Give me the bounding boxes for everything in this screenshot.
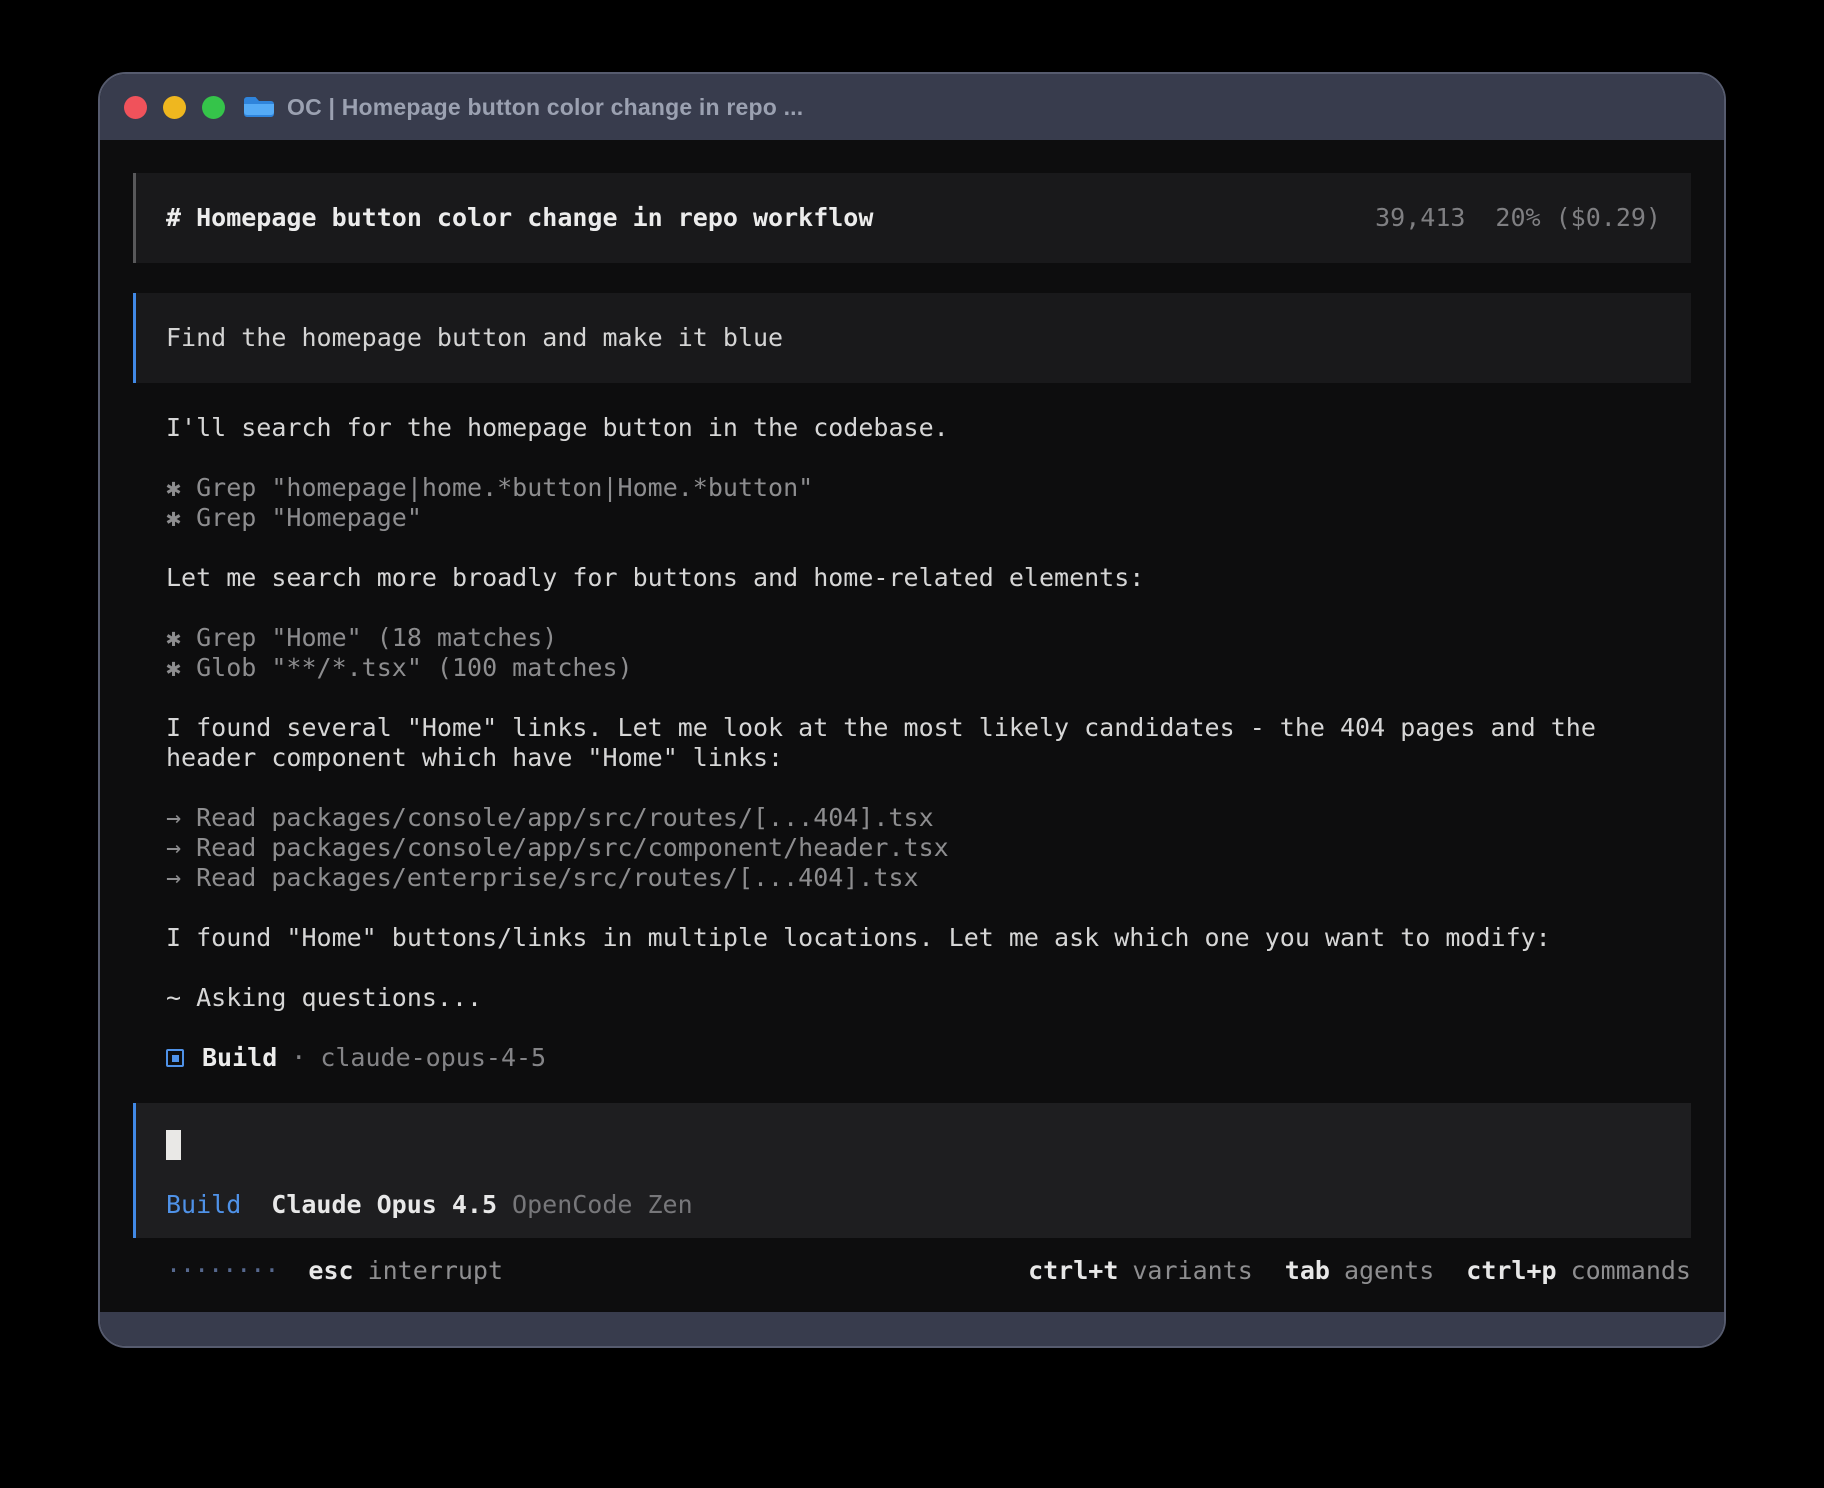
tool-call-grep: ✱ Grep "Homepage": [166, 503, 1692, 533]
close-window-button[interactable]: [124, 96, 147, 119]
status-bar: ········ esc interrupt ctrl+t variants t…: [166, 1256, 1691, 1286]
input-provider-name: OpenCode Zen: [512, 1190, 693, 1220]
window-bottom-strip: [100, 1312, 1724, 1346]
working-spinner-dots: ········: [166, 1256, 278, 1286]
agent-build-icon: [166, 1049, 184, 1067]
shortcut-label: commands: [1571, 1256, 1691, 1286]
tool-call-read: → Read packages/console/app/src/componen…: [166, 833, 1692, 863]
assistant-text: Let me search more broadly for buttons a…: [166, 563, 1692, 593]
shortcut-key: ctrl+t: [1028, 1256, 1118, 1286]
session-title: # Homepage button color change in repo w…: [166, 203, 873, 233]
session-stats: 39,413 20% ($0.29): [1375, 203, 1661, 233]
assistant-text: I'll search for the homepage button in t…: [166, 413, 1692, 443]
agent-model: claude-opus-4-5: [320, 1043, 546, 1073]
assistant-text: I found "Home" buttons/links in multiple…: [166, 923, 1692, 953]
tool-call-glob: ✱ Glob "**/*.tsx" (100 matches): [166, 653, 1692, 683]
shortcut-label: agents: [1344, 1256, 1434, 1286]
user-message: Find the homepage button and make it blu…: [133, 293, 1691, 383]
traffic-lights: [124, 96, 225, 119]
agent-name: Build: [202, 1043, 277, 1073]
user-message-text: Find the homepage button and make it blu…: [166, 323, 783, 352]
separator-dot: ·: [291, 1043, 306, 1073]
assistant-text: I found several "Home" links. Let me loo…: [166, 713, 1692, 773]
shortcut-commands: ctrl+p commands: [1466, 1256, 1691, 1286]
input-meta-row: Build Claude Opus 4.5 OpenCode Zen: [166, 1190, 1661, 1220]
esc-key-action: interrupt: [368, 1256, 503, 1286]
shortcut-key: ctrl+p: [1466, 1256, 1556, 1286]
status-left: ········ esc interrupt: [166, 1256, 503, 1286]
tool-call-read: → Read packages/console/app/src/routes/[…: [166, 803, 1692, 833]
input-agent-mode[interactable]: Build: [166, 1190, 241, 1220]
shortcut-label: variants: [1132, 1256, 1252, 1286]
window-titlebar[interactable]: OC | Homepage button color change in rep…: [100, 74, 1724, 140]
context-cost: 20% ($0.29): [1495, 203, 1661, 233]
tool-call-grep: ✱ Grep "Home" (18 matches): [166, 623, 1692, 653]
terminal-window: OC | Homepage button color change in rep…: [98, 72, 1726, 1348]
assistant-status-text: ~ Asking questions...: [166, 983, 1692, 1013]
assistant-transcript: I'll search for the homepage button in t…: [166, 413, 1692, 1013]
terminal-content: # Homepage button color change in repo w…: [100, 140, 1724, 1312]
shortcut-agents: tab agents: [1285, 1256, 1434, 1286]
shortcut-key: tab: [1285, 1256, 1330, 1286]
esc-key-hint: esc: [308, 1256, 353, 1286]
token-count: 39,413: [1375, 203, 1465, 233]
text-cursor: [166, 1130, 181, 1160]
window-title: OC | Homepage button color change in rep…: [287, 94, 803, 121]
status-shortcuts: ctrl+t variants tab agents ctrl+p comman…: [1028, 1256, 1691, 1286]
minimize-window-button[interactable]: [163, 96, 186, 119]
tool-call-grep: ✱ Grep "homepage|home.*button|Home.*butt…: [166, 473, 1692, 503]
shortcut-variants: ctrl+t variants: [1028, 1256, 1253, 1286]
zoom-window-button[interactable]: [202, 96, 225, 119]
tool-call-read: → Read packages/enterprise/src/routes/[.…: [166, 863, 1692, 893]
agent-status-line: Build · claude-opus-4-5: [166, 1043, 1691, 1073]
prompt-input[interactable]: Build Claude Opus 4.5 OpenCode Zen: [133, 1103, 1691, 1238]
input-model-name[interactable]: Claude Opus 4.5: [271, 1190, 497, 1220]
folder-icon: [243, 94, 275, 120]
session-header: # Homepage button color change in repo w…: [133, 173, 1691, 263]
